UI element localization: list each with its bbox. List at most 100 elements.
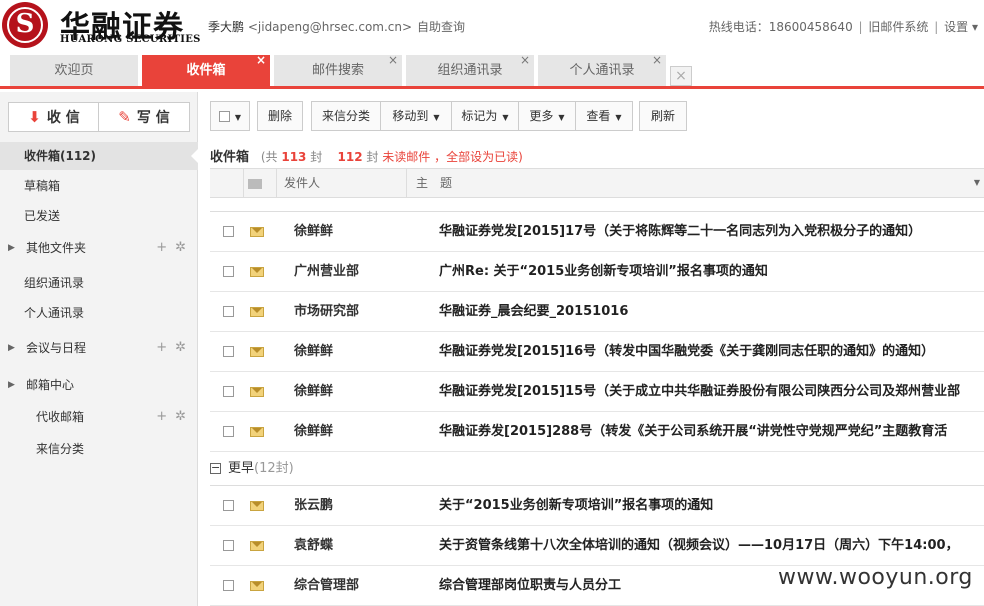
logo-text-en: HUARONG SECURITIES	[60, 34, 201, 45]
close-icon[interactable]: ×	[520, 45, 530, 76]
add-icon[interactable]: +	[156, 340, 167, 355]
group-header-earlier[interactable]: − 更早(12封)	[210, 452, 984, 486]
select-all-dropdown[interactable]: ▼	[210, 101, 250, 131]
mail-row[interactable]: 徐鲜鲜 华融证券发[2015]288号（转发《关于公司系统开展“讲党性守党规严党…	[210, 412, 984, 452]
sidebar: ⬇ 收 信 ✎ 写 信 收件箱(112) 草稿箱 已发送 ▶ 其他文件夹 + ✲ 组织…	[0, 92, 199, 606]
sidebar-item-other-folders[interactable]: ▶ 其他文件夹 + ✲	[0, 234, 198, 262]
sidebar-item-label: 邮箱中心	[26, 378, 75, 392]
tab-mail-search[interactable]: 邮件搜索 ×	[274, 53, 402, 86]
sidebar-item-meetings[interactable]: ▶ 会议与日程 + ✲	[0, 334, 198, 362]
close-icon[interactable]: ×	[256, 45, 266, 76]
compose-button[interactable]: ✎ 写 信	[99, 103, 189, 131]
row-subject[interactable]: 关于“2015业务创新专项培训”报名事项的通知	[439, 486, 984, 526]
close-icon[interactable]: ×	[652, 45, 662, 76]
row-sender: 袁舒蝶	[294, 538, 334, 553]
row-subject[interactable]: 华融证券党发[2015]16号（转发中国华融党委《关于龚刚同志任职的通知》的通知…	[439, 332, 984, 372]
header-links: 热线电话：18600458640 | 旧邮件系统 | 设置 ▾	[709, 18, 978, 35]
sidebar-item-drafts[interactable]: 草稿箱	[0, 172, 198, 200]
row-sender: 市场研究部	[294, 304, 360, 319]
close-all-tabs-icon[interactable]: ×	[670, 66, 692, 86]
receive-button[interactable]: ⬇ 收 信	[9, 103, 99, 131]
download-icon: ⬇	[28, 108, 41, 126]
user-name: 季大鹏	[208, 20, 245, 34]
row-checkbox[interactable]	[223, 306, 234, 317]
sort-icon[interactable]: ▼	[974, 169, 980, 197]
more-dropdown[interactable]: 更多 ▼	[518, 101, 576, 131]
delete-button[interactable]: 删除	[257, 101, 303, 131]
envelope-icon	[250, 581, 264, 591]
row-checkbox[interactable]	[223, 266, 234, 277]
mark-as-dropdown[interactable]: 标记为 ▼	[451, 101, 519, 131]
user-email: <jidapeng@hrsec.com.cn>	[247, 20, 413, 34]
add-icon[interactable]: +	[156, 240, 167, 255]
collapse-icon[interactable]: −	[210, 462, 221, 474]
gear-icon[interactable]: ✲	[175, 340, 186, 355]
expand-arrow-icon[interactable]: ▶	[8, 234, 15, 262]
row-checkbox[interactable]	[223, 580, 234, 591]
sidebar-item-label: 来信分类	[36, 442, 85, 456]
select-all-checkbox[interactable]	[218, 111, 230, 122]
total-count: 113	[281, 150, 307, 164]
mark-all-read-link[interactable]: ，全部设为已读)	[434, 150, 523, 164]
envelope-icon	[250, 541, 264, 551]
logo-symbol: S	[15, 9, 35, 39]
folder-summary: 收件箱 (共 113 封 112 封 未读邮件 ，全部设为已读)	[210, 150, 523, 165]
row-subject[interactable]: 关于资管条线第十八次全体培训的通知（视频会议）——10月17日（周六）下午14:…	[439, 526, 984, 566]
folder-title: 收件箱	[210, 150, 250, 165]
tab-org-contacts[interactable]: 组织通讯录 ×	[406, 53, 534, 86]
sender-column-header[interactable]: 发件人	[284, 169, 404, 197]
sidebar-item-org-contacts[interactable]: 组织通讯录	[0, 269, 198, 297]
mail-row[interactable]: 张云鹏 关于“2015业务创新专项培训”报名事项的通知	[210, 486, 984, 526]
sidebar-item-label: 组织通讯录	[24, 276, 85, 290]
row-subject[interactable]: 华融证券发[2015]288号（转发《关于公司系统开展“讲党性守党规严党纪”主题…	[439, 412, 984, 452]
tab-personal-contacts[interactable]: 个人通讯录 ×	[538, 53, 666, 86]
sidebar-item-personal-contacts[interactable]: 个人通讯录	[0, 299, 198, 327]
row-checkbox[interactable]	[223, 346, 234, 357]
add-icon[interactable]: +	[156, 409, 167, 424]
sidebar-item-proxy-mailbox[interactable]: 代收邮箱 + ✲	[0, 403, 198, 431]
tab-welcome[interactable]: 欢迎页	[10, 55, 138, 86]
close-icon[interactable]: ×	[388, 45, 398, 76]
mail-row[interactable]: 徐鲜鲜 华融证券党发[2015]15号（关于成立中共华融证券股份有限公司陕西分公…	[210, 372, 984, 412]
mail-row[interactable]: 广州营业部 广州Re: 关于“2015业务创新专项培训”报名事项的通知	[210, 252, 984, 292]
subject-column-header[interactable]: 主 题	[416, 169, 936, 197]
sidebar-item-mail-classify[interactable]: 来信分类	[0, 435, 198, 463]
row-subject[interactable]: 华融证券党发[2015]17号（关于将陈辉等二十一名同志列为入党积极分子的通知）	[439, 212, 984, 252]
sidebar-item-mail-center[interactable]: ▶ 邮箱中心	[0, 371, 198, 399]
row-sender: 徐鲜鲜	[294, 424, 334, 439]
row-subject[interactable]: 华融证券_晨会纪要_20151016	[439, 292, 984, 332]
gear-icon[interactable]: ✲	[175, 240, 186, 255]
compose-label: 写 信	[136, 110, 170, 126]
sidebar-item-inbox[interactable]: 收件箱(112)	[0, 142, 199, 170]
gear-icon[interactable]: ✲	[175, 409, 186, 424]
row-checkbox[interactable]	[223, 426, 234, 437]
sidebar-item-sent[interactable]: 已发送	[0, 202, 198, 230]
expand-arrow-icon[interactable]: ▶	[8, 334, 15, 362]
row-subject[interactable]: 华融证券党发[2015]15号（关于成立中共华融证券股份有限公司陕西分公司及郑州…	[439, 372, 984, 412]
self-query-link[interactable]: 自助查询	[417, 18, 465, 35]
old-mail-link[interactable]: 旧邮件系统	[868, 20, 928, 34]
separator: |	[858, 20, 863, 34]
chevron-down-icon[interactable]: ▾	[972, 20, 978, 34]
tab-inbox[interactable]: 收件箱 ×	[142, 53, 270, 86]
mail-row[interactable]: 袁舒蝶 关于资管条线第十八次全体培训的通知（视频会议）——10月17日（周六）下…	[210, 526, 984, 566]
tab-label: 欢迎页	[54, 63, 94, 78]
row-checkbox[interactable]	[223, 500, 234, 511]
expand-arrow-icon[interactable]: ▶	[8, 371, 15, 399]
refresh-button[interactable]: 刷新	[639, 101, 687, 131]
view-dropdown[interactable]: 查看 ▼	[575, 101, 633, 131]
row-checkbox[interactable]	[223, 226, 234, 237]
mail-row[interactable]: 市场研究部 华融证券_晨会纪要_20151016	[210, 292, 984, 332]
row-sender: 徐鲜鲜	[294, 344, 334, 359]
envelope-column-icon[interactable]	[248, 169, 268, 197]
move-to-dropdown[interactable]: 移动到 ▼	[380, 101, 452, 131]
mail-row[interactable]: 徐鲜鲜 华融证券党发[2015]16号（转发中国华融党委《关于龚刚同志任职的通知…	[210, 332, 984, 372]
classify-button[interactable]: 来信分类	[311, 101, 381, 131]
settings-link[interactable]: 设置	[944, 20, 968, 34]
row-subject[interactable]: 广州Re: 关于“2015业务创新专项培训”报名事项的通知	[439, 252, 984, 292]
row-checkbox[interactable]	[223, 540, 234, 551]
mail-row[interactable]: 徐鲜鲜 华融证券党发[2015]17号（关于将陈辉等二十一名同志列为入党积极分子…	[210, 212, 984, 252]
more-label: 更多	[529, 109, 554, 123]
tab-bar: 欢迎页 收件箱 × 邮件搜索 × 组织通讯录 × 个人通讯录 ×	[0, 53, 984, 89]
row-checkbox[interactable]	[223, 386, 234, 397]
